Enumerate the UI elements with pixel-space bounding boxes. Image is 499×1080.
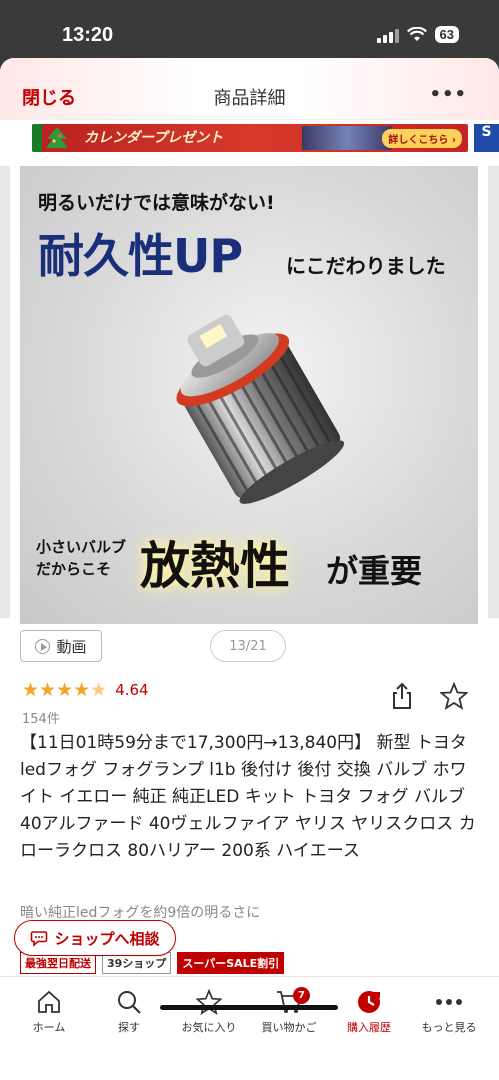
video-label: 動画	[56, 637, 87, 656]
image-page-counter: 13/21	[210, 630, 286, 662]
nav-home[interactable]: ホーム	[9, 985, 89, 1035]
prev-image-peek[interactable]	[0, 166, 10, 618]
more-icon	[436, 999, 462, 1005]
review-count[interactable]: 154件	[22, 708, 60, 727]
banner-strip[interactable]: カレンダープレゼント 詳しくこちら ›	[32, 124, 468, 152]
home-icon	[38, 990, 60, 1013]
badge-super-sale: スーパーSALE割引	[177, 952, 285, 974]
product-sheet: 閉じる 商品詳細 ••• カレンダープレゼント 詳しくこちら › S 明るいだけ…	[0, 58, 499, 1080]
more-options-button[interactable]: •••	[429, 84, 467, 105]
status-bar: 13:20 63	[0, 0, 499, 58]
media-controls: 動画 13/21	[20, 630, 480, 664]
product-image[interactable]: 明るいだけでは意味がない! 耐久性UP にこだわりました 小さいバルブ だからこ…	[20, 166, 478, 624]
nav-more[interactable]: もっと見る	[409, 985, 489, 1035]
rating-stars-icon: ★★★★★	[22, 679, 108, 701]
nav-history[interactable]: 購入履歴	[329, 985, 409, 1035]
nav-favorites[interactable]: お気に入り	[169, 985, 249, 1035]
promo-banner[interactable]: カレンダープレゼント 詳しくこちら › S	[0, 124, 499, 152]
video-button[interactable]: 動画	[20, 630, 102, 662]
nav-search-label: 探す	[118, 1021, 140, 1034]
nav-cart-label: 買い物かご	[261, 1021, 317, 1034]
home-indicator	[160, 1005, 338, 1010]
rating-row[interactable]: ★★★★★ 4.64	[22, 678, 149, 702]
nav-search[interactable]: 探す	[89, 985, 169, 1035]
page-title: 商品詳細	[213, 88, 286, 109]
favorite-star-icon[interactable]	[440, 682, 468, 710]
shop-consult-label: ショップへ相談	[54, 929, 160, 948]
nav-home-label: ホーム	[32, 1021, 66, 1034]
shop-consult-button[interactable]: ショップへ相談	[14, 920, 176, 956]
nav-history-label: 購入履歴	[347, 1021, 391, 1034]
banner-car-image	[302, 126, 392, 150]
product-title: 【11日01時59分まで17,300円→13,840円】 新型 トヨタ ledフ…	[20, 733, 476, 861]
status-icons: 63	[376, 26, 459, 43]
banner-next[interactable]: S	[474, 124, 499, 152]
product-subtext: 暗い純正ledフォグを約9倍の明るさに	[20, 905, 261, 921]
image-caption-small: 小さいバルブ だからこそ	[36, 538, 127, 578]
play-icon	[35, 638, 51, 654]
history-icon	[358, 991, 380, 1013]
image-caption-heat: 放熱性	[140, 537, 290, 595]
image-caption-big: 耐久性UP	[38, 229, 243, 283]
star-icon	[196, 989, 222, 1015]
status-time: 13:20	[62, 24, 114, 46]
next-image-peek[interactable]	[488, 166, 499, 618]
banner-detail-button[interactable]: 詳しくこちら ›	[382, 129, 462, 148]
image-caption-heat2: が重要	[326, 552, 423, 590]
led-bulb-illustration	[176, 314, 345, 504]
share-icon[interactable]	[390, 682, 414, 710]
rating-value: 4.64	[115, 681, 149, 699]
chat-icon	[31, 931, 48, 947]
bottom-nav: ホーム 探す お気に入り 7 買い物かご 購入履歴 もっと見る	[0, 976, 499, 1080]
search-icon	[118, 991, 141, 1014]
banner-text: カレンダープレゼント	[84, 130, 224, 146]
nav-more-label: もっと見る	[421, 1021, 477, 1034]
battery-indicator: 63	[434, 26, 459, 43]
image-caption-sub: にこだわりました	[286, 254, 446, 278]
header: 閉じる 商品詳細 •••	[0, 58, 499, 120]
signal-icon	[376, 27, 399, 43]
christmas-tree-icon	[46, 127, 68, 148]
cart-count-badge: 7	[293, 987, 310, 1004]
wifi-icon	[406, 26, 427, 41]
nav-favorites-label: お気に入り	[181, 1021, 237, 1034]
image-caption-line1: 明るいだけでは意味がない!	[38, 192, 275, 214]
banner-edge	[32, 124, 42, 152]
nav-cart[interactable]: 7 買い物かご	[249, 985, 329, 1035]
